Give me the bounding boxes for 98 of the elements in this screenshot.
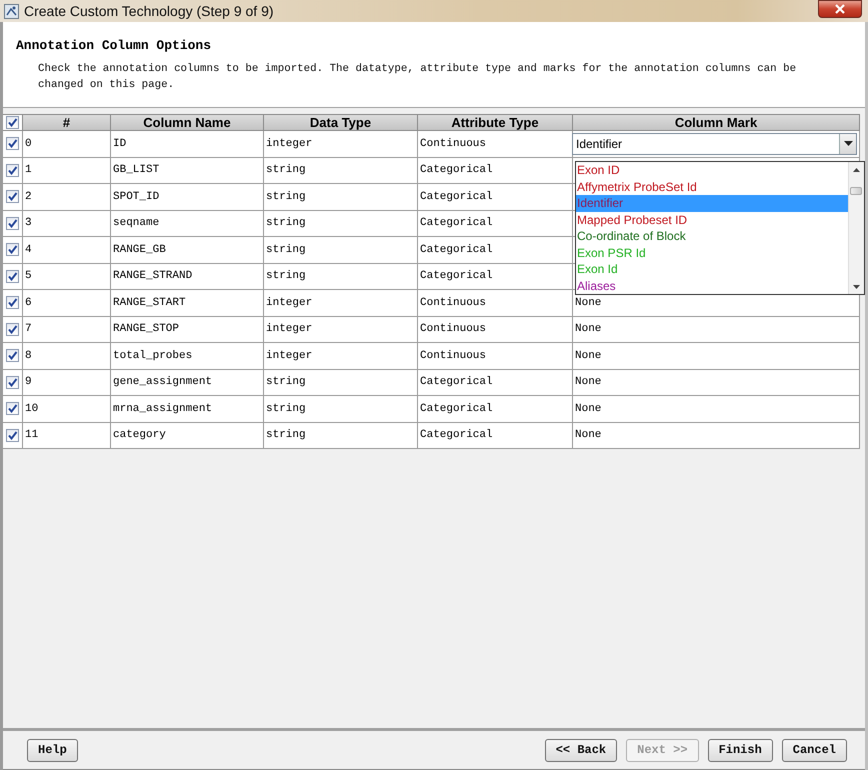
checkbox[interactable] [6,116,19,129]
table-cell: string [264,264,418,290]
table-cell: None [573,343,860,370]
checkbox[interactable] [6,190,19,204]
wizard-button[interactable]: Finish [708,738,773,762]
column-header[interactable]: Column Mark [573,114,860,131]
table-cell: SPOT_ID [111,184,264,210]
checkbox[interactable] [6,296,19,310]
table-cell: 2 [23,184,111,210]
checkbox[interactable] [6,270,19,283]
table-cell: total_probes [111,343,264,370]
option-label: Aliases [577,278,616,292]
table-cell: category [111,422,264,449]
option-label: Identifier [577,196,624,210]
checkbox[interactable] [6,349,19,362]
option-label: Affymetrix ProbeSet Id [577,180,697,194]
checkbox[interactable] [6,428,19,442]
option-label: Mapped Probeset ID [577,212,688,226]
table-cell: Categorical [418,158,573,184]
scroll-up-icon[interactable] [853,168,860,172]
table-cell: integer [264,343,418,370]
close-button[interactable] [818,0,862,18]
mark-dropdown[interactable]: Identifier [572,132,857,155]
scrollbar[interactable] [848,162,864,294]
dropdown-option[interactable]: Co-ordinate of Block [576,228,848,244]
table-cell: RANGE_STOP [111,316,264,343]
table-cell: 11 [23,422,111,449]
option-label: Exon Id [577,262,618,276]
dropdown-option[interactable]: Affymetrix ProbeSet Id [576,178,848,195]
page-description: Check the annotation columns to be imported. The datatype, attribute type and marks for the annotation columns can be changed on this page. [38,62,798,93]
table-cell: integer [264,290,418,316]
table-cell: None [573,422,860,449]
table-cell: None [573,316,860,343]
table-cell: Categorical [418,370,573,396]
table-cell: 3 [23,210,111,237]
table-cell: seqname [111,210,264,237]
table-cell: Categorical [418,237,573,264]
table-cell: mrna_assignment [111,396,264,422]
table-cell: integer [264,316,418,343]
table-cell: string [264,210,418,237]
option-label: Co-ordinate of Block [577,229,686,243]
table-cell: 7 [23,316,111,343]
table-cell: 9 [23,370,111,396]
table-cell: 5 [23,264,111,290]
checkbox[interactable] [6,402,19,416]
wizard-button[interactable]: Cancel [782,738,847,762]
column-header[interactable]: Data Type [264,114,418,131]
table-cell: None [573,370,860,396]
column-header[interactable]: Attribute Type [418,114,573,131]
table-cell: 1 [23,158,111,184]
table-cell: None [573,396,860,422]
table-cell: Continuous [418,131,573,158]
window-title: Create Custom Technology (Step 9 of 9) [24,3,274,19]
checkbox[interactable] [6,243,19,256]
option-label: Exon PSR Id [577,246,646,260]
table-cell: 6 [23,290,111,316]
column-header[interactable]: # [23,114,111,131]
table-cell: 4 [23,237,111,264]
table-cell: Categorical [418,184,573,210]
close-icon [835,4,845,14]
table-cell: Categorical [418,396,573,422]
table-cell: RANGE_START [111,290,264,316]
table-cell: 10 [23,396,111,422]
table-cell: ID [111,131,264,158]
table-cell: gene_assignment [111,370,264,396]
table-cell: string [264,422,418,449]
dropdown-option[interactable]: Exon ID [576,162,848,178]
table-cell: string [264,396,418,422]
table-cell: string [264,370,418,396]
dropdown-option[interactable]: Mapped Probeset ID [576,212,848,228]
wizard-button[interactable]: Help [27,738,78,762]
table-cell: RANGE_STRAND [111,264,264,290]
dropdown-arrow-icon [844,141,852,146]
table-cell: integer [264,131,418,158]
checkbox[interactable] [6,164,19,177]
table-cell: string [264,237,418,264]
app-icon [4,4,19,18]
table-cell: Continuous [418,316,573,343]
table-cell: string [264,158,418,184]
table-cell: Categorical [418,422,573,449]
table-cell: Categorical [418,210,573,237]
checkbox[interactable] [6,216,19,230]
table-cell: 0 [23,131,111,158]
option-label: Exon ID [577,163,620,177]
table-cell: 8 [23,343,111,370]
table-cell: Continuous [418,290,573,316]
checkbox[interactable] [6,376,19,389]
wizard-button[interactable]: << Back [544,738,618,762]
column-header[interactable]: Column Name [111,114,264,131]
table-cell: RANGE_GB [111,237,264,264]
checkbox[interactable] [6,322,19,336]
table-cell: string [264,184,418,210]
table-cell: Categorical [418,264,573,290]
page-heading: Annotation Column Options [16,38,212,53]
checkbox[interactable] [6,137,19,150]
table-cell: Continuous [418,343,573,370]
scroll-thumb[interactable] [850,187,862,195]
table-cell: GB_LIST [111,158,264,184]
